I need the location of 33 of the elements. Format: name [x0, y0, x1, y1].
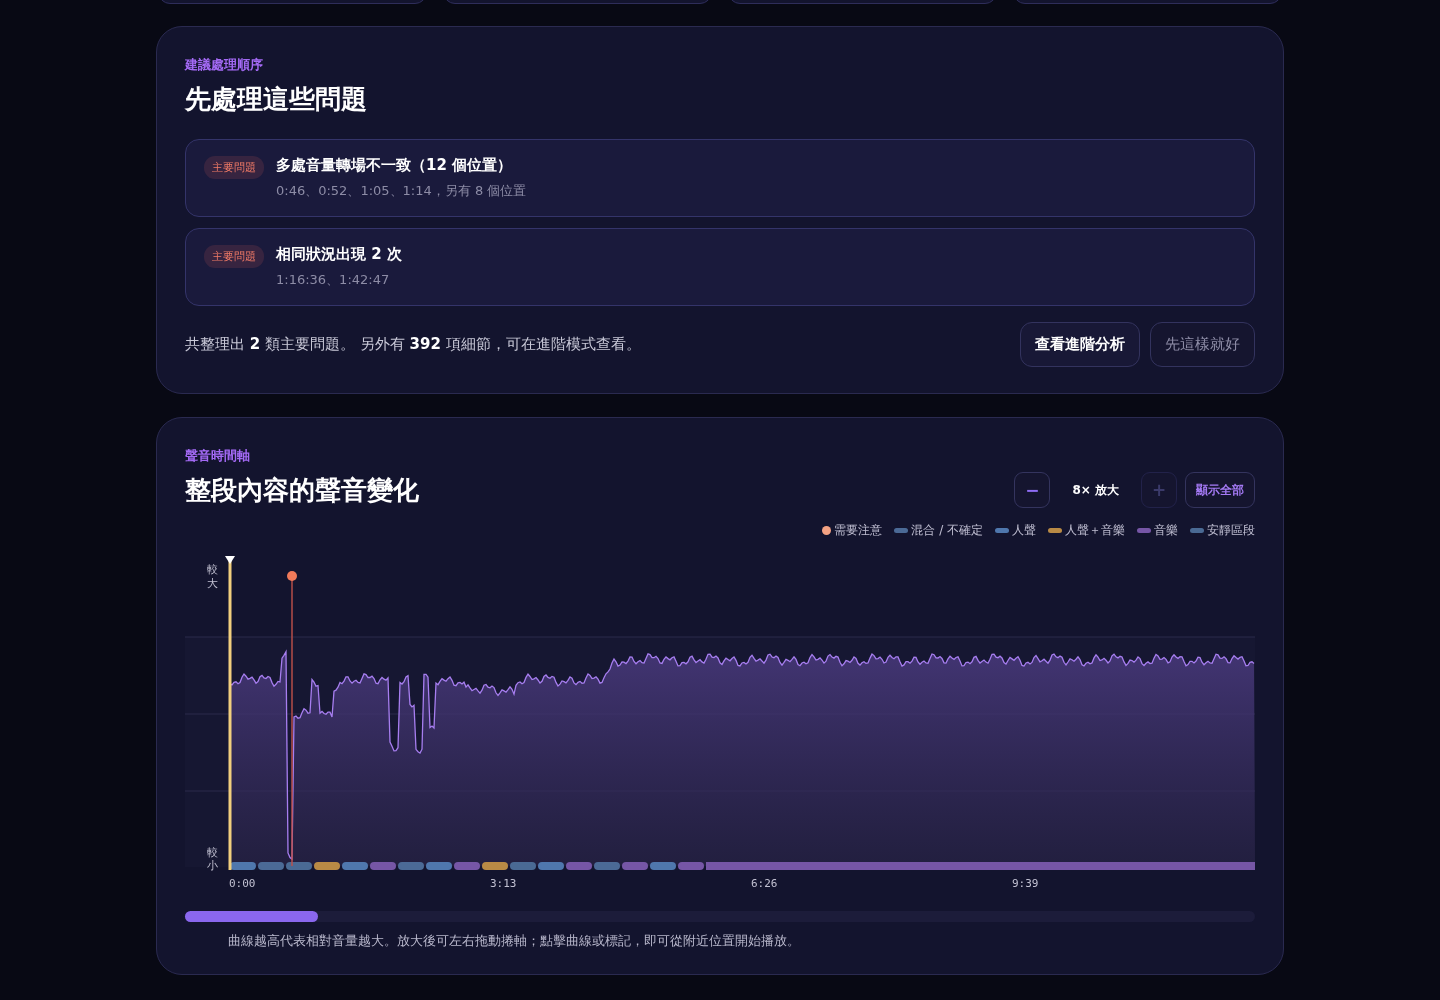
- issue-card[interactable]: 主要問題 多處音量轉場不一致（12 個位置） 0:46、0:52、1:05、1:14，另有 8 個位置: [185, 139, 1255, 217]
- zoom-level-label: 8× 放大: [1071, 481, 1120, 499]
- summary-text: 共整理出 2 類主要問題。 另外有 392 項細節，可在進階模式查看。: [185, 335, 641, 354]
- section-eyebrow: 建議處理順序: [185, 56, 264, 74]
- show-all-button[interactable]: 顯示全部: [1185, 472, 1255, 508]
- zoom-out-button[interactable]: −: [1014, 472, 1051, 508]
- legend-label: 人聲: [1012, 522, 1036, 539]
- legend-label: 需要注意: [834, 522, 883, 539]
- scrollbar-track[interactable]: [185, 911, 1255, 922]
- issue-badge: 主要問題: [204, 245, 264, 268]
- issue-title: 相同狀況出現 2 次: [276, 245, 402, 264]
- issue-detail: 0:46、0:52、1:05、1:14，另有 8 個位置: [276, 182, 527, 200]
- axis-tick-label: 3:13: [490, 877, 517, 890]
- section-title: 先處理這些問題: [185, 83, 368, 116]
- dismiss-button[interactable]: 先這樣就好: [1150, 322, 1255, 367]
- issue-badge: 主要問題: [204, 156, 264, 179]
- axis-tick-label: 9:39: [1012, 877, 1039, 890]
- advanced-analysis-button[interactable]: 查看進階分析: [1020, 322, 1140, 367]
- legend-label: 安靜區段: [1207, 522, 1255, 539]
- section-title: 整段內容的聲音變化: [185, 474, 419, 507]
- issue-detail: 1:16:36、1:42:47: [276, 271, 391, 289]
- axis-tick-label: 6:26: [751, 877, 778, 890]
- axis-label: 較小: [207, 845, 218, 873]
- issue-card[interactable]: 主要問題 相同狀況出現 2 次 1:16:36、1:42:47: [185, 228, 1255, 306]
- section-eyebrow: 聲音時間軸: [185, 447, 251, 465]
- caption-text: 曲線越高代表相對音量越大。放大後可左右拖動捲軸；點擊曲線或標記，即可從附近位置開始播放。: [228, 932, 801, 950]
- axis-label: 較大: [207, 563, 218, 591]
- legend-label: 音樂: [1154, 522, 1178, 539]
- legend-label: 人聲＋音樂: [1065, 522, 1125, 539]
- legend-label: 混合 / 不確定: [911, 522, 983, 539]
- scrollbar-thumb[interactable]: [185, 911, 318, 922]
- issue-title: 多處音量轉場不一致（12 個位置）: [276, 156, 514, 175]
- axis-tick-label: 0:00: [229, 877, 256, 890]
